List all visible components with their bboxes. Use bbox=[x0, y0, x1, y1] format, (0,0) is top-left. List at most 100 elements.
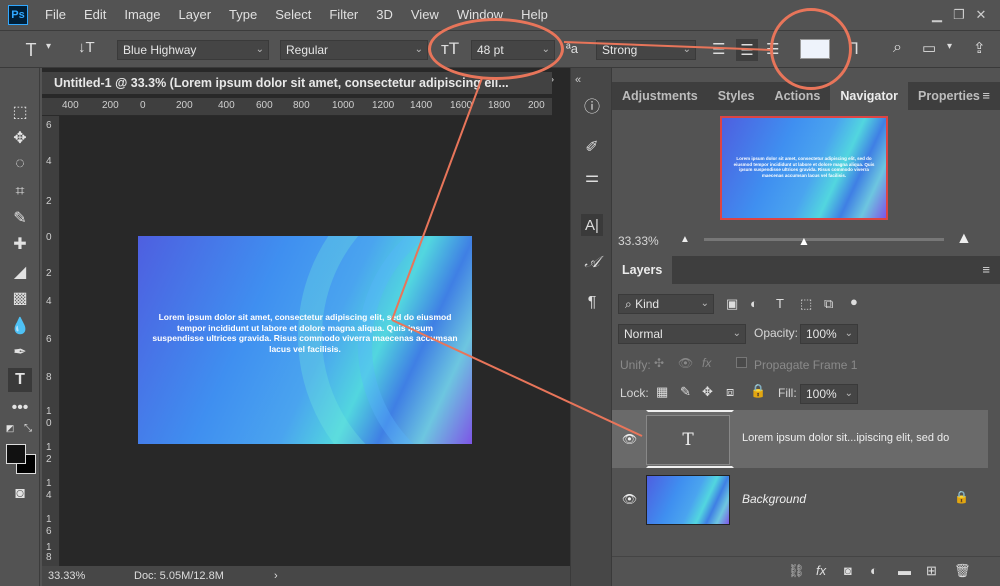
chevron-down-icon[interactable]: ▾ bbox=[46, 41, 51, 52]
layer-filter-dropdown[interactable]: ⌕ Kind ⌄ bbox=[618, 294, 714, 314]
more-tools-icon[interactable]: ••• bbox=[8, 396, 32, 420]
move-tool-icon[interactable]: ✥ bbox=[8, 126, 32, 150]
canvas-image[interactable]: Lorem ipsum dolor sit amet, consectetur … bbox=[138, 236, 472, 444]
tab-navigator[interactable]: Navigator bbox=[830, 82, 909, 110]
lock-position-icon[interactable]: ✥ bbox=[702, 384, 713, 400]
zoom-slider-track[interactable] bbox=[704, 238, 944, 241]
ruler-tick: 6 bbox=[46, 334, 52, 345]
zoom-out-icon[interactable]: ▲ bbox=[680, 234, 690, 245]
font-family-dropdown[interactable]: Blue Highway ⌄ bbox=[117, 40, 269, 60]
tab-adjustments[interactable]: Adjustments bbox=[612, 82, 708, 110]
new-layer-icon[interactable]: ⊞ bbox=[926, 563, 937, 579]
fill-label: Fill: bbox=[778, 386, 797, 400]
gradient-tool-icon[interactable]: ▩ bbox=[8, 286, 32, 310]
crop-tool-icon[interactable]: ⌗ bbox=[8, 180, 32, 204]
new-group-icon[interactable]: ▬ bbox=[898, 563, 911, 578]
navigator-zoom[interactable]: 33.33% bbox=[618, 234, 659, 248]
eraser-tool-icon[interactable]: ◢ bbox=[8, 260, 32, 284]
menu-view[interactable]: View bbox=[402, 0, 448, 30]
visibility-eye-icon[interactable]: 👁 bbox=[622, 492, 637, 506]
align-center-icon[interactable]: ☰ bbox=[736, 39, 758, 61]
menu-layer[interactable]: Layer bbox=[170, 0, 221, 30]
zoom-in-icon[interactable]: ▲ bbox=[956, 230, 972, 248]
zoom-slider-thumb[interactable]: ▲ bbox=[798, 234, 810, 248]
brush-tool-icon[interactable]: ✎ bbox=[8, 206, 32, 230]
canvas-text-layer[interactable]: Lorem ipsum dolor sit amet, consectetur … bbox=[152, 312, 458, 354]
close-icon[interactable]: ✕ bbox=[970, 6, 992, 24]
filter-pixel-icon[interactable]: ▣ bbox=[726, 296, 738, 312]
minimize-icon[interactable]: ▁ bbox=[926, 6, 948, 24]
visibility-eye-icon[interactable]: 👁 bbox=[622, 432, 637, 446]
swap-colors-icon[interactable]: ⤡ bbox=[22, 422, 34, 434]
lock-transparent-icon[interactable]: ▦ bbox=[656, 384, 668, 400]
tab-styles[interactable]: Styles bbox=[708, 82, 765, 110]
menu-filter[interactable]: Filter bbox=[320, 0, 367, 30]
ruler-tick: 4 bbox=[46, 156, 52, 167]
filter-smart-object-icon[interactable]: ⧉ bbox=[824, 296, 833, 312]
filter-adjustment-icon[interactable]: ◐ bbox=[750, 296, 758, 311]
panel-menu-icon[interactable]: ≡ bbox=[982, 256, 990, 284]
panel-menu-icon[interactable]: ≡ bbox=[982, 82, 990, 110]
layer-style-icon[interactable]: fx bbox=[816, 563, 826, 578]
share-icon[interactable]: ⇪ bbox=[973, 39, 986, 57]
link-layers-icon[interactable]: ⛓ bbox=[788, 563, 805, 579]
quick-mask-icon[interactable]: ◙ bbox=[8, 482, 32, 506]
lock-image-icon[interactable]: ✎ bbox=[680, 384, 691, 400]
antialias-dropdown[interactable]: Strong ⌄ bbox=[596, 40, 696, 60]
tab-layers[interactable]: Layers bbox=[612, 256, 673, 284]
type-tool-icon[interactable]: T bbox=[8, 368, 32, 392]
workspace-icon[interactable]: ▭ bbox=[922, 39, 936, 57]
filter-shape-icon[interactable]: ⬚ bbox=[800, 296, 812, 312]
unify-position-icon[interactable]: ✣ bbox=[654, 356, 664, 370]
tool-presets-icon[interactable]: ⚌ bbox=[581, 166, 603, 188]
lock-artboard-icon[interactable]: ⧈ bbox=[726, 384, 734, 400]
menu-type[interactable]: Type bbox=[220, 0, 266, 30]
info-icon[interactable]: ⓘ bbox=[581, 94, 603, 116]
ruler-tick: 6 bbox=[46, 120, 52, 131]
lasso-tool-icon[interactable]: ◌ bbox=[8, 152, 32, 176]
search-icon[interactable]: ⌕ bbox=[893, 39, 902, 57]
blend-mode-dropdown[interactable]: Normal ⌄ bbox=[618, 324, 746, 344]
blur-tool-icon[interactable]: 💧 bbox=[8, 314, 32, 338]
filter-type-icon[interactable]: T bbox=[776, 296, 784, 311]
menu-image[interactable]: Image bbox=[115, 0, 169, 30]
menu-file[interactable]: File bbox=[36, 0, 75, 30]
chevron-down-icon[interactable]: ▾ bbox=[947, 41, 952, 52]
menu-edit[interactable]: Edit bbox=[75, 0, 115, 30]
text-orientation-icon[interactable]: ↓T bbox=[78, 39, 95, 56]
unify-visibility-icon[interactable]: 👁 bbox=[678, 356, 693, 370]
lock-all-icon[interactable]: 🔒 bbox=[750, 383, 766, 399]
filter-kind-value: Kind bbox=[635, 297, 660, 311]
restore-icon[interactable]: ❐ bbox=[948, 6, 970, 24]
type-tool-preset-icon[interactable]: T bbox=[20, 39, 42, 61]
font-style-dropdown[interactable]: Regular ⌄ bbox=[280, 40, 428, 60]
character-panel-icon[interactable]: A| bbox=[581, 214, 603, 236]
pen-tool-icon[interactable]: ✒ bbox=[8, 340, 32, 364]
add-mask-icon[interactable]: ◙ bbox=[844, 563, 852, 578]
zoom-level[interactable]: 33.33% bbox=[48, 566, 85, 586]
menu-select[interactable]: Select bbox=[266, 0, 320, 30]
ruler-tick: 1 bbox=[46, 442, 52, 453]
align-left-icon[interactable]: ☰ bbox=[712, 40, 725, 58]
unify-style-icon[interactable]: fx bbox=[702, 356, 711, 370]
glyphs-icon[interactable]: 𝒜 bbox=[581, 252, 603, 274]
delete-layer-icon[interactable]: 🗑 bbox=[954, 563, 971, 579]
tab-properties[interactable]: Properties bbox=[908, 82, 990, 110]
paragraph-panel-icon[interactable]: ¶ bbox=[581, 292, 603, 314]
menu-3d[interactable]: 3D bbox=[367, 0, 402, 30]
brush-presets-icon[interactable]: ✐ bbox=[581, 136, 603, 158]
panel-collapse-icon[interactable]: « bbox=[575, 74, 581, 86]
opacity-input[interactable]: 100% ⌄ bbox=[800, 324, 858, 344]
marquee-tool-icon[interactable]: ⬚ bbox=[8, 100, 32, 124]
default-colors-icon[interactable]: ◩ bbox=[4, 422, 16, 434]
adjustment-layer-icon[interactable]: ◐ bbox=[870, 563, 878, 578]
navigator-thumbnail[interactable]: Lorem ipsum dolor sit amet, consectetur … bbox=[720, 116, 888, 220]
fill-input[interactable]: 100% ⌄ bbox=[800, 384, 858, 404]
font-style-value: Regular bbox=[286, 43, 329, 57]
foreground-color-swatch[interactable] bbox=[6, 444, 26, 464]
healing-tool-icon[interactable]: ✚ bbox=[8, 232, 32, 256]
status-menu-arrow[interactable]: › bbox=[274, 566, 278, 586]
propagate-checkbox[interactable] bbox=[736, 357, 747, 368]
filter-toggle-icon[interactable]: ● bbox=[850, 294, 858, 309]
layer-row-background[interactable]: 👁 Background 🔒 bbox=[612, 470, 988, 528]
